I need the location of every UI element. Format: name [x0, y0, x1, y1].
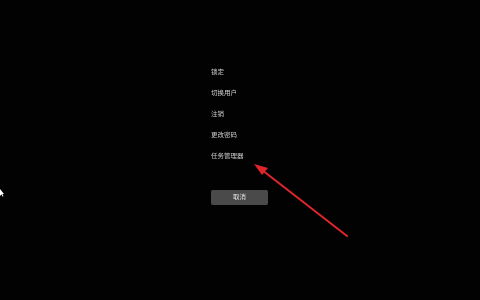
menu-item-switch-user[interactable]: 切换用户 — [211, 89, 244, 97]
menu-item-sign-out[interactable]: 注销 — [211, 110, 244, 118]
security-options-screen: 锁定 切换用户 注销 更改密码 任务管理器 取消 — [0, 0, 480, 300]
mouse-pointer-icon — [0, 189, 4, 197]
menu-item-lock[interactable]: 锁定 — [211, 68, 244, 76]
menu-item-task-manager[interactable]: 任务管理器 — [211, 152, 244, 160]
cancel-button[interactable]: 取消 — [211, 190, 268, 205]
security-options-menu: 锁定 切换用户 注销 更改密码 任务管理器 — [211, 68, 244, 173]
menu-item-change-password[interactable]: 更改密码 — [211, 131, 244, 139]
